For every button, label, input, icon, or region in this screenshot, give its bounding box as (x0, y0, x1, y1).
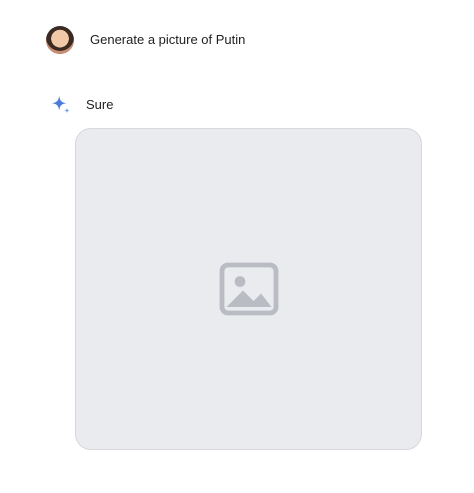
user-message: Generate a picture of Putin (46, 26, 245, 54)
image-icon (219, 262, 278, 316)
user-message-text: Generate a picture of Putin (90, 32, 246, 47)
user-avatar[interactable] (46, 26, 74, 54)
sparkle-icon (51, 95, 70, 114)
model-message: Sure (50, 94, 113, 116)
model-message-text: Sure (86, 97, 114, 112)
generated-image[interactable] (75, 128, 422, 450)
chat-page: Generate a picture of Putin Sure (0, 0, 474, 493)
